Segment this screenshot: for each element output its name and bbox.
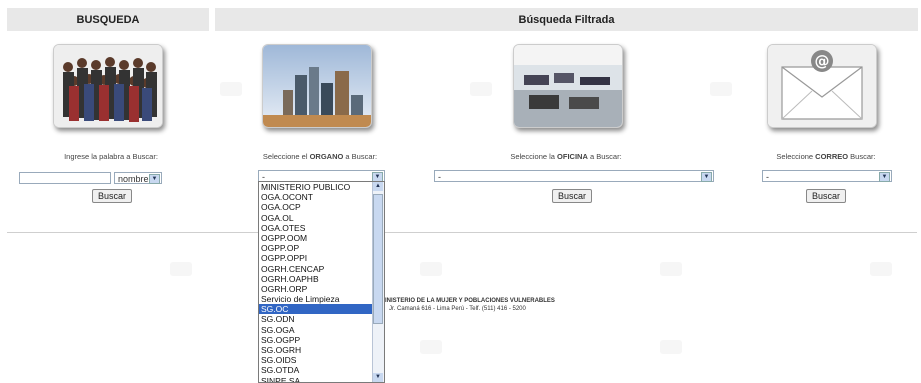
divider — [7, 232, 917, 233]
organo-label: Seleccione el ORGANO a Buscar: — [262, 152, 378, 161]
bg-decoration — [470, 82, 492, 96]
dropdown-option[interactable]: OGPP.OOM — [259, 233, 384, 243]
dropdown-option[interactable]: OGPP.OPPI — [259, 253, 384, 263]
oficina-search-button[interactable]: Buscar — [552, 189, 592, 203]
bg-decoration — [870, 262, 892, 276]
correo-select-value: - — [766, 172, 769, 182]
footer-org-name: INISTERIO DE LA MUJER Y POBLACIONES VULN… — [385, 298, 555, 304]
dropdown-option[interactable]: OGRH.ORP — [259, 284, 384, 294]
oficina-label: Seleccione la OFICINA a Buscar: — [510, 152, 622, 161]
search-button[interactable]: Buscar — [92, 189, 132, 203]
bg-decoration — [420, 340, 442, 354]
dropdown-option[interactable]: SG.OGPP — [259, 335, 384, 345]
bg-decoration — [660, 262, 682, 276]
dropdown-option[interactable]: MINISTERIO PUBLICO — [259, 182, 384, 192]
footer-address: Jr. Camaná 616 - Lima Perú - Telf. (511)… — [389, 306, 526, 312]
search-label: Ingrese la palabra a Buscar: — [64, 152, 158, 161]
correo-label: Seleccione CORREO Buscar: — [776, 152, 876, 161]
scroll-up-icon[interactable]: ▲ — [373, 182, 383, 191]
field-select[interactable]: nombre ▼ — [114, 172, 162, 184]
field-select-value: nombre — [118, 174, 149, 184]
buildings-photo-icon — [262, 44, 372, 128]
dropdown-option[interactable]: SG.OGA — [259, 325, 384, 335]
dropdown-option[interactable]: OGRH.CENCAP — [259, 264, 384, 274]
organo-dropdown-list[interactable]: MINISTERIO PUBLICO OGA.OCONT OGA.OCP OGA.OL… — [258, 181, 385, 383]
bg-decoration — [220, 82, 242, 96]
correo-select[interactable]: - ▼ — [762, 170, 892, 182]
dropdown-option[interactable]: OGA.OL — [259, 213, 384, 223]
dropdown-option[interactable]: OGPP.OP — [259, 243, 384, 253]
dropdown-option[interactable]: SG.OC — [259, 304, 384, 315]
dropdown-option[interactable]: SG.ODN — [259, 314, 384, 324]
dropdown-option[interactable]: OGA.OCP — [259, 202, 384, 212]
scroll-thumb[interactable] — [373, 194, 383, 324]
dropdown-option[interactable]: SG.OTDA — [259, 365, 384, 375]
bg-decoration — [710, 82, 732, 96]
dropdown-option[interactable]: OGA.OCONT — [259, 192, 384, 202]
scroll-down-icon[interactable]: ▼ — [373, 373, 383, 382]
email-envelope-icon: @ — [767, 44, 877, 128]
bg-decoration — [660, 340, 682, 354]
dropdown-option[interactable]: SG.OGRH — [259, 345, 384, 355]
svg-text:@: @ — [815, 52, 830, 70]
dropdown-option[interactable]: OGA.OTES — [259, 223, 384, 233]
chevron-down-icon: ▼ — [879, 172, 890, 182]
dropdown-scrollbar[interactable]: ▲ ▼ — [372, 182, 384, 382]
oficina-select-value: - — [438, 172, 441, 182]
correo-search-button[interactable]: Buscar — [806, 189, 846, 203]
busqueda-header: BUSQUEDA — [7, 8, 209, 31]
office-photo-icon — [513, 44, 623, 128]
oficina-select[interactable]: - ▼ — [434, 170, 714, 182]
search-input[interactable] — [19, 172, 111, 184]
bg-decoration — [420, 262, 442, 276]
bg-decoration — [170, 262, 192, 276]
chevron-down-icon: ▼ — [701, 172, 712, 182]
dropdown-option[interactable]: Servicio de Limpieza — [259, 294, 384, 304]
dropdown-option[interactable]: OGRH.OAPHB — [259, 274, 384, 284]
busqueda-filtrada-header: Búsqueda Filtrada — [215, 8, 918, 31]
dropdown-option[interactable]: SINPE SA — [259, 376, 384, 382]
people-photo-icon — [53, 44, 163, 128]
dropdown-option[interactable]: SG.OIDS — [259, 355, 384, 365]
chevron-down-icon: ▼ — [149, 174, 160, 184]
footer: INISTERIO DE LA MUJER Y POBLACIONES VULN… — [385, 297, 555, 313]
